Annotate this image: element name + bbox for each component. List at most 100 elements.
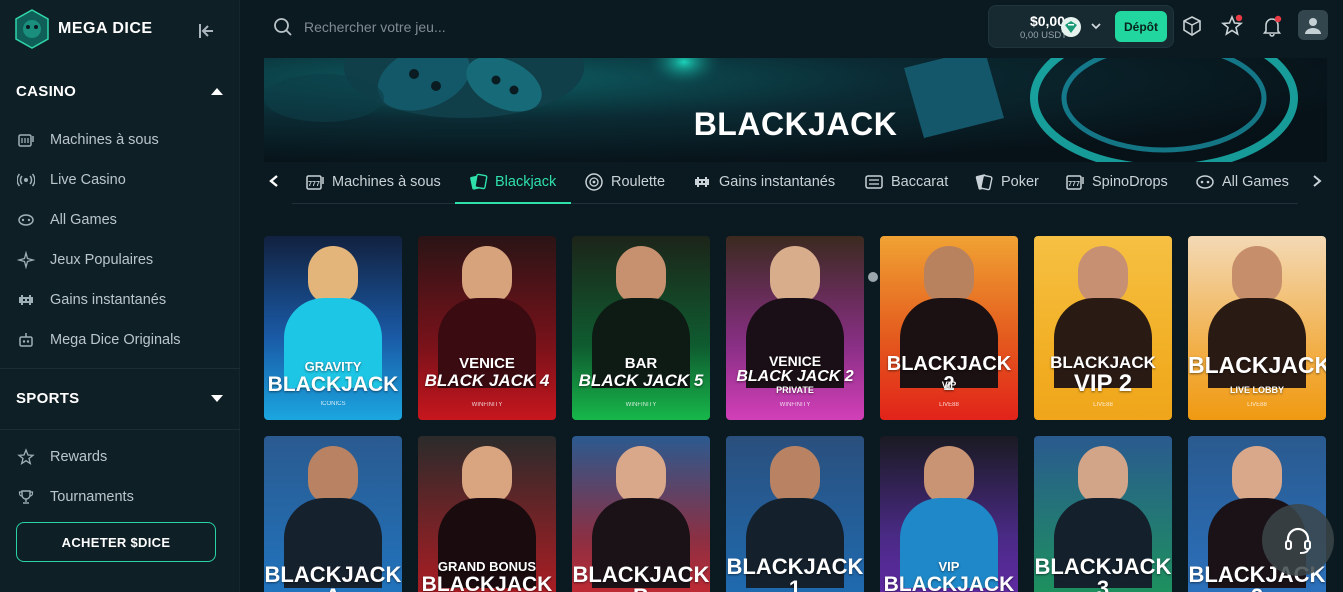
roulette-icon: [583, 171, 605, 193]
support-chat-button[interactable]: [1262, 504, 1334, 576]
topbar: $0,00 0,00 USDT Dépôt: [240, 0, 1343, 58]
game-card[interactable]: BLACKJACK 3: [1034, 436, 1172, 592]
tab-label: Gains instantanés: [719, 174, 836, 190]
sidebar-item-popular[interactable]: Jeux Populaires: [16, 246, 226, 274]
dealer-image: [616, 446, 666, 504]
sidebar-item-all-games[interactable]: All Games: [16, 206, 226, 234]
game-card[interactable]: VENICE BLACK JACK 4 WINFINITY: [418, 236, 556, 420]
banner-title: BLACKJACK: [693, 106, 898, 142]
sidebar-item-label: All Games: [50, 212, 117, 228]
headset-icon: [1285, 527, 1311, 554]
tabs-scroll-right-button[interactable]: [1307, 171, 1327, 191]
tab-instant-wins[interactable]: Gains instantanés: [691, 160, 835, 204]
game-provider: WINFINITY: [471, 402, 503, 408]
dealer-image: [462, 246, 512, 304]
game-card[interactable]: GRAVITY BLACKJACK ICONICS: [264, 236, 402, 420]
game-card[interactable]: VIP BLACKJACK: [880, 436, 1018, 592]
carousel-dot[interactable]: [868, 272, 878, 282]
space-invader-icon: [16, 290, 36, 310]
all-games-icon: [1194, 171, 1216, 193]
notification-bell-icon[interactable]: [1260, 14, 1284, 38]
chevron-down-icon[interactable]: [1089, 19, 1103, 33]
slot-machine-icon: 777: [304, 171, 326, 193]
svg-text:777: 777: [308, 181, 320, 188]
tab-spinodrops[interactable]: 777 SpinoDrops: [1064, 160, 1168, 204]
app-root: MEGA DICE CASINO Machines à sous Live Ca…: [0, 0, 1343, 592]
game-card[interactable]: BLACKJACK B: [572, 436, 710, 592]
dealer-image: [1078, 446, 1128, 504]
user-avatar[interactable]: [1298, 10, 1328, 40]
tab-label: Roulette: [611, 174, 666, 190]
game-provider: LIVE88: [1093, 402, 1113, 408]
tab-poker[interactable]: Poker: [973, 160, 1039, 204]
game-provider: WINFINITY: [625, 402, 657, 408]
balance-amount: $0,00: [1029, 13, 1065, 29]
favorites-star-icon[interactable]: [1220, 14, 1244, 38]
tab-baccarat[interactable]: Baccarat: [863, 160, 948, 204]
sidebar-item-label: Rewards: [50, 449, 108, 465]
wallet-balance[interactable]: $0,00 0,00 USDT Dépôt: [988, 5, 1174, 48]
game-card[interactable]: BLACKJACK A: [264, 436, 402, 592]
game-card[interactable]: BLACKJACK 2 VIP LIVE88: [880, 236, 1018, 420]
chevron-left-icon: [269, 175, 278, 187]
tab-label: Poker: [1001, 174, 1039, 190]
game-card[interactable]: BLACKJACK LIVE LOBBY LIVE88: [1188, 236, 1326, 420]
dealer-image: [1232, 246, 1282, 304]
dealer-image: [770, 446, 820, 504]
sidebar-item-tournaments[interactable]: Tournaments: [16, 483, 226, 511]
sidebar-item-instant-wins[interactable]: Gains instantanés: [16, 286, 226, 314]
sidebar-item-label: Live Casino: [50, 172, 126, 188]
tab-label: Baccarat: [891, 174, 949, 190]
game-title: GRAVITY: [304, 359, 362, 374]
sidebar-item-live-casino[interactable]: Live Casino: [16, 166, 226, 194]
dealer-image: [616, 246, 666, 304]
buy-dice-button[interactable]: ACHETER $DICE: [16, 522, 216, 562]
search-icon[interactable]: [272, 16, 294, 38]
sidebar-item-label: Tournaments: [50, 489, 134, 505]
all-games-icon: [16, 210, 36, 230]
dice-icon[interactable]: [1180, 14, 1204, 38]
logo[interactable]: MEGA DICE: [14, 8, 153, 50]
slot-machine-icon: 777: [1064, 171, 1086, 193]
collapse-sidebar-button[interactable]: [194, 19, 218, 43]
sidebar-item-originals[interactable]: Mega Dice Originals: [16, 326, 226, 354]
game-title: VIP: [941, 380, 957, 390]
game-card[interactable]: BLACKJACK VIP 2 LIVE88: [1034, 236, 1172, 420]
active-tab-indicator: [455, 202, 571, 204]
game-title: BLACKJACK 1: [726, 554, 864, 592]
game-provider: LIVE88: [939, 402, 959, 408]
game-title: BAR: [624, 355, 658, 372]
tab-slots[interactable]: 777 Machines à sous: [304, 160, 441, 204]
search-input[interactable]: [304, 14, 704, 40]
collapse-left-icon: [199, 24, 213, 38]
game-provider: LIVE88: [1247, 402, 1267, 408]
dealer-image: [308, 446, 358, 504]
chevron-down-icon: [211, 395, 223, 402]
game-card[interactable]: GRAND BONUS BLACKJACK: [418, 436, 556, 592]
baccarat-icon: [863, 171, 885, 193]
game-card[interactable]: VENICE BLACK JACK 2 PRIVATE WINFINITY: [726, 236, 864, 420]
tab-label: Machines à sous: [332, 174, 441, 190]
sidebar-item-slots[interactable]: Machines à sous: [16, 126, 226, 154]
game-card[interactable]: BLACKJACK 1: [726, 436, 864, 592]
sports-section-toggle[interactable]: SPORTS: [16, 386, 224, 410]
tab-all-games[interactable]: All Games: [1194, 160, 1289, 204]
trophy-icon: [16, 487, 36, 507]
sports-section-label: SPORTS: [16, 389, 80, 407]
deposit-button[interactable]: Dépôt: [1115, 11, 1167, 42]
tabs-scroll-left-button[interactable]: [264, 171, 284, 191]
sidebar: MEGA DICE CASINO Machines à sous Live Ca…: [0, 0, 240, 592]
sidebar-item-label: Gains instantanés: [50, 292, 167, 308]
game-title: BLACKJACK: [421, 573, 553, 592]
tab-roulette[interactable]: Roulette: [583, 160, 665, 204]
game-title: LIVE LOBBY: [1229, 385, 1284, 395]
tab-blackjack[interactable]: Blackjack: [467, 160, 556, 204]
game-provider: WINFINITY: [779, 402, 811, 408]
game-card[interactable]: BAR BLACK JACK 5 WINFINITY: [572, 236, 710, 420]
star-icon: [16, 447, 36, 467]
sidebar-item-rewards[interactable]: Rewards: [16, 443, 226, 471]
sparkle-icon: [16, 250, 36, 270]
category-banner: BLACKJACK: [264, 58, 1327, 162]
casino-section-toggle[interactable]: CASINO: [16, 79, 224, 103]
balance-currency: 0,00 USDT: [1020, 30, 1067, 41]
